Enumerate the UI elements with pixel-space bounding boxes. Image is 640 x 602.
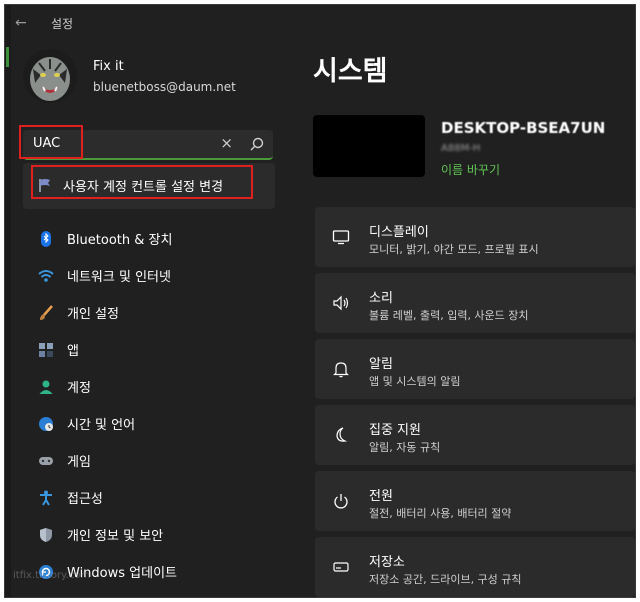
accessibility-icon: [37, 489, 55, 507]
page-title: 시스템: [313, 56, 388, 87]
sidebar-item-label: 네트워크 및 인터넷: [67, 270, 171, 285]
card-subtitle: 볼륨 레벨, 출력, 입력, 사운드 장치: [369, 309, 529, 322]
device-name: DESKTOP-BSEA7UN: [441, 119, 606, 137]
sidebar-item-label: 접근성: [67, 492, 103, 507]
sidebar-item-personalization[interactable]: 개인 설정: [23, 294, 283, 331]
card-notifications[interactable]: 알림 앱 및 시스템의 알림: [315, 339, 635, 399]
display-icon: [331, 227, 351, 247]
sidebar-item-apps[interactable]: 앱: [23, 331, 283, 368]
card-power[interactable]: 전원 절전, 배터리 사용, 배터리 절약: [315, 471, 635, 531]
card-title: 소리: [369, 291, 393, 306]
storage-icon: [331, 557, 351, 577]
settings-window: ← 설정 Fix it bluenetboss@daum.net UAC × 사…: [4, 4, 636, 598]
sidebar-item-privacy-security[interactable]: 개인 정보 및 보안: [23, 516, 283, 553]
bell-icon: [331, 359, 351, 379]
sidebar-item-label: 시간 및 언어: [67, 418, 136, 433]
sidebar-item-label: Bluetooth & 장치: [67, 233, 173, 248]
card-subtitle: 절전, 배터리 사용, 배터리 절약: [369, 507, 512, 520]
card-storage[interactable]: 저장소 저장소 공간, 드라이브, 구성 규칙: [315, 537, 635, 597]
card-subtitle: 앱 및 시스템의 알림: [369, 375, 461, 388]
clear-icon[interactable]: ×: [220, 134, 233, 152]
globe-clock-icon: [37, 415, 55, 433]
sidebar-item-accounts[interactable]: 계정: [23, 368, 283, 405]
sidebar-item-time-language[interactable]: 시간 및 언어: [23, 405, 283, 442]
sidebar-item-accessibility[interactable]: 접근성: [23, 479, 283, 516]
device-image: [313, 115, 425, 177]
device-model: A88M-H: [441, 143, 481, 154]
card-title: 알림: [369, 357, 393, 372]
edge-accent-bar: [6, 47, 9, 67]
card-title: 저장소: [369, 555, 405, 570]
apps-icon: [37, 341, 55, 359]
profile-name: Fix it: [93, 58, 124, 74]
card-display[interactable]: 디스플레이 모니터, 밝기, 야간 모드, 프로필 표시: [315, 207, 635, 267]
power-icon: [331, 491, 351, 511]
sidebar-nav: Bluetooth & 장치 네트워크 및 인터넷 개인 설정 앱 계정 시간 …: [23, 220, 283, 590]
back-arrow-icon[interactable]: ←: [15, 15, 37, 31]
card-subtitle: 모니터, 밝기, 야간 모드, 프로필 표시: [369, 243, 539, 256]
wifi-icon: [37, 267, 55, 285]
sidebar-item-label: 개인 설정: [67, 307, 119, 322]
moon-icon: [331, 425, 351, 445]
sidebar-item-label: 게임: [67, 455, 91, 470]
tiger-avatar-icon: [23, 49, 77, 103]
card-title: 디스플레이: [369, 225, 429, 240]
avatar: [23, 49, 77, 103]
account-icon: [37, 378, 55, 396]
profile-email: bluenetboss@daum.net: [93, 79, 236, 94]
speaker-icon: [331, 293, 351, 313]
sidebar-item-label: 계정: [67, 381, 91, 396]
card-subtitle: 알림, 자동 규칙: [369, 441, 441, 454]
annotation-box-search: [19, 125, 83, 159]
sidebar-item-label: 개인 정보 및 보안: [67, 529, 164, 544]
sidebar-item-label: 앱: [67, 344, 79, 359]
sidebar-item-bluetooth[interactable]: Bluetooth & 장치: [23, 220, 283, 257]
annotation-box-suggestion: [31, 165, 253, 199]
title-bar: ← 설정: [15, 11, 73, 35]
card-title: 전원: [369, 489, 393, 504]
bluetooth-icon: [37, 230, 55, 248]
sidebar-item-gaming[interactable]: 게임: [23, 442, 283, 479]
sidebar-item-network[interactable]: 네트워크 및 인터넷: [23, 257, 283, 294]
rename-link[interactable]: 이름 바꾸기: [441, 161, 500, 178]
brush-icon: [37, 304, 55, 322]
search-icon[interactable]: [249, 136, 265, 152]
settings-cards: 디스플레이 모니터, 밝기, 야간 모드, 프로필 표시 소리 볼륨 레벨, 출…: [315, 207, 635, 597]
card-title: 집중 지원: [369, 423, 421, 438]
gamepad-icon: [37, 452, 55, 470]
watermark: itfix.tistory.com: [13, 570, 91, 581]
window-title: 설정: [51, 16, 74, 31]
left-edge-strip: [5, 5, 11, 597]
card-focus-assist[interactable]: 집중 지원 알림, 자동 규칙: [315, 405, 635, 465]
shield-icon: [37, 526, 55, 544]
card-sound[interactable]: 소리 볼륨 레벨, 출력, 입력, 사운드 장치: [315, 273, 635, 333]
card-subtitle: 저장소 공간, 드라이브, 구성 규칙: [369, 573, 522, 586]
user-profile[interactable]: Fix it bluenetboss@daum.net: [23, 49, 236, 103]
